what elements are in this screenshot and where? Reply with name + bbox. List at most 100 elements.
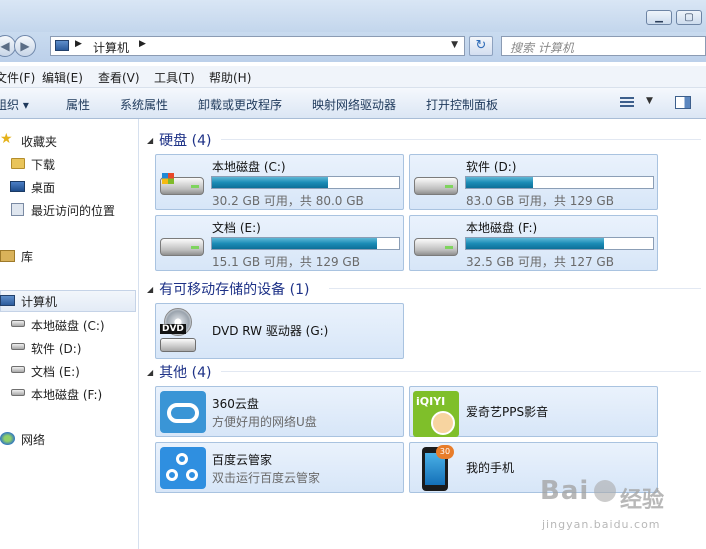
open-control-panel-button[interactable]: 打开控制面板 [426,96,498,113]
baidu-cloud-icon [160,447,206,489]
menu-edit[interactable]: 编辑(E) [42,69,83,86]
view-dropdown-icon[interactable]: ▼ [646,96,653,106]
app-name: 爱奇艺PPS影音 [466,405,549,419]
menu-bar: 文件(F) 编辑(E) 查看(V) 工具(T) 帮助(H) [0,66,706,88]
drive-name: DVD RW 驱动器 (G:) [212,324,329,338]
downloads-folder-icon [11,158,25,169]
capacity-bar [211,176,400,189]
nav-downloads[interactable]: 下载 [31,156,55,173]
windows-logo-icon [162,173,174,184]
group-title: 有可移动存储的设备 (1) [159,282,310,298]
recent-places-icon [11,203,24,216]
watermark-url: jingyan.baidu.com [542,518,661,531]
drive-c-icon [11,320,25,327]
app-tile-baidu-cloud[interactable]: 百度云管家 双击运行百度云管家 [155,442,404,493]
hard-drive-icon [160,171,204,197]
app-tile-iqiyi[interactable]: iQIYI 爱奇艺PPS影音 [409,386,658,437]
drive-name: 软件 (D:) [466,160,517,174]
nav-libraries[interactable]: 库 [21,248,33,265]
app-name: 百度云管家 [212,453,273,467]
map-network-drive-button[interactable]: 映射网络驱动器 [312,96,396,113]
capacity-bar [211,237,400,250]
group-title: 硬盘 (4) [159,133,212,149]
group-header-removable[interactable]: ◢ 有可移动存储的设备 (1) [147,279,309,299]
desktop-icon [10,181,25,192]
star-icon: ★ [0,131,13,147]
breadcrumb-arrow-icon[interactable]: ▶ [75,39,82,49]
collapse-triangle-icon[interactable]: ◢ [147,136,153,145]
drive-d-icon [11,343,25,350]
command-bar: 组织 ▾ 属性 系统属性 卸载或更改程序 映射网络驱动器 打开控制面板 ▼ [0,88,706,119]
network-icon [0,432,15,445]
view-options-icon[interactable] [620,97,634,109]
app-description: 方便好用的网络U盘 [212,415,317,429]
baidu-jingyan-watermark: Bai 经验 jingyan.baidu.com [540,476,700,542]
nav-computer[interactable]: 计算机 [21,293,57,310]
app-description: 双击运行百度云管家 [212,471,321,485]
drive-space-info: 30.2 GB 可用，共 80.0 GB [212,194,364,208]
nav-favorites[interactable]: 收藏夹 [21,133,57,150]
drive-f-icon [11,389,25,396]
preview-pane-icon[interactable] [675,96,691,109]
address-bar[interactable]: ▶ 计算机 ▶ ▼ [50,36,465,56]
app-tile-360-cloud[interactable]: 360云盘 方便好用的网络U盘 [155,386,404,437]
collapse-triangle-icon[interactable]: ◢ [147,285,153,294]
forward-button[interactable]: ▶ [14,35,36,57]
nav-desktop[interactable]: 桌面 [31,179,55,196]
paw-logo-icon [594,480,616,502]
properties-button[interactable]: 属性 [66,96,90,113]
drive-space-info: 15.1 GB 可用，共 129 GB [212,255,360,269]
watermark-brand-2: 经验 [620,488,665,513]
organize-button[interactable]: 组织 ▾ [0,96,29,113]
dvd-label: DVD [160,324,186,334]
breadcrumb-arrow-icon[interactable]: ▶ [139,39,146,49]
nav-network[interactable]: 网络 [21,431,45,448]
refresh-button[interactable]: ↻ [469,36,493,56]
group-divider [221,371,701,372]
nav-recent-places[interactable]: 最近访问的位置 [31,202,115,219]
nav-drive-d[interactable]: 软件 (D:) [31,340,81,357]
uninstall-program-button[interactable]: 卸载或更改程序 [198,96,282,113]
menu-help[interactable]: 帮助(H) [209,69,251,86]
drive-name: 本地磁盘 (C:) [212,160,286,174]
hard-drive-icon [414,232,458,258]
nav-drive-c[interactable]: 本地磁盘 (C:) [31,317,105,334]
360-cloud-icon [160,391,206,433]
drive-name: 文档 (E:) [212,221,261,235]
nav-drive-e[interactable]: 文档 (E:) [31,363,80,380]
computer-icon [0,295,15,306]
computer-icon [55,40,69,51]
address-dropdown-icon[interactable]: ▼ [451,40,458,50]
drive-space-info: 32.5 GB 可用，共 127 GB [466,255,614,269]
nav-drive-f[interactable]: 本地磁盘 (F:) [31,386,102,403]
group-title: 其他 (4) [159,365,212,381]
search-input[interactable]: 搜索 计算机 [501,36,706,56]
group-header-hdd[interactable]: ◢ 硬盘 (4) [147,130,211,150]
group-divider [329,288,701,289]
maximize-button[interactable]: ▢ [676,10,702,25]
app-name: 我的手机 [466,461,515,475]
capacity-bar [465,176,654,189]
dvd-drive-icon: DVD [160,308,196,354]
menu-file[interactable]: 文件(F) [0,69,35,86]
menu-view[interactable]: 查看(V) [98,69,140,86]
drive-tile-d[interactable]: 软件 (D:) 83.0 GB 可用，共 129 GB [409,154,658,210]
drive-tile-e[interactable]: 文档 (E:) 15.1 GB 可用，共 129 GB [155,215,404,271]
hard-drive-icon [414,171,458,197]
minimize-button[interactable]: ▁ [646,10,672,25]
drive-space-info: 83.0 GB 可用，共 129 GB [466,194,614,208]
navigation-pane: ★ 收藏夹 下载 桌面 最近访问的位置 库 计算机 本地磁盘 (C:) 软件 (… [0,119,139,549]
drive-tile-f[interactable]: 本地磁盘 (F:) 32.5 GB 可用，共 127 GB [409,215,658,271]
iqiyi-icon: iQIYI [413,391,459,437]
libraries-icon [0,250,15,262]
menu-tools[interactable]: 工具(T) [154,69,195,86]
system-properties-button[interactable]: 系统属性 [120,96,168,113]
hard-drive-icon [160,232,204,258]
drive-tile-c[interactable]: 本地磁盘 (C:) 30.2 GB 可用，共 80.0 GB [155,154,404,210]
group-header-other[interactable]: ◢ 其他 (4) [147,362,211,382]
breadcrumb-computer[interactable]: 计算机 [93,39,129,56]
address-row: ◀ ▶ ▶ 计算机 ▶ ▼ ↻ 搜索 计算机 [0,32,706,62]
collapse-triangle-icon[interactable]: ◢ [147,368,153,377]
dvd-drive-tile[interactable]: DVD DVD RW 驱动器 (G:) [155,303,404,359]
capacity-bar [465,237,654,250]
